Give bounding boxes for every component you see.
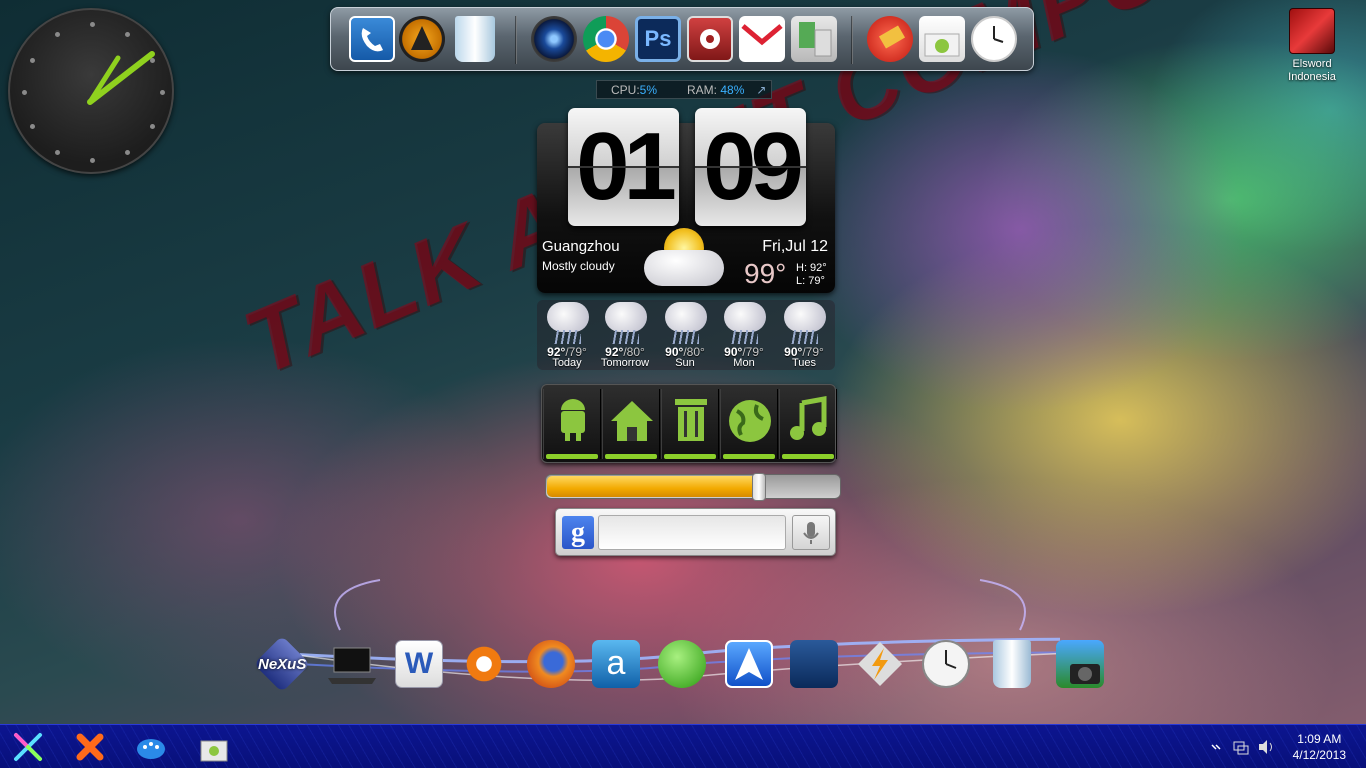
clock-hands — [87, 51, 155, 105]
weather-date: Fri,Jul 12 — [762, 238, 828, 255]
clock-date: 4/12/2013 — [1292, 748, 1346, 762]
cpu-value: 5% — [639, 82, 658, 97]
nexus-label: NeXuS — [258, 656, 307, 673]
aimp-icon[interactable] — [399, 16, 445, 62]
android-market-icon[interactable] — [919, 16, 965, 62]
android-market-icon[interactable] — [198, 731, 230, 763]
storm-cloud-icon — [665, 302, 707, 332]
settings-icon[interactable] — [687, 16, 733, 62]
paint-palette-icon[interactable] — [135, 731, 167, 763]
clock-minutes: 09 — [695, 108, 806, 226]
analog-clock-widget[interactable] — [8, 8, 174, 174]
trash-icon[interactable] — [661, 389, 719, 459]
shortcut-label-line2: Indonesia — [1288, 71, 1336, 83]
clock-icon[interactable] — [922, 640, 970, 688]
system-clock[interactable]: 1:09 AM 4/12/2013 — [1293, 731, 1346, 763]
photoshop-icon[interactable]: Ps — [635, 16, 681, 62]
system-monitor: CPU: 5% RAM: 48% ↗ — [596, 80, 772, 99]
avast-icon[interactable] — [460, 640, 508, 688]
android-icon[interactable] — [543, 389, 601, 459]
google-search-widget: g — [555, 508, 836, 556]
clock-hours: 01 — [568, 108, 679, 226]
network-icon[interactable] — [1230, 731, 1250, 763]
weather-sun-cloud-icon — [644, 226, 730, 292]
ccleaner-icon[interactable] — [867, 16, 913, 62]
microphone-icon[interactable] — [792, 515, 830, 550]
recycle-bin-icon[interactable] — [455, 16, 495, 62]
elsword-icon — [1289, 8, 1335, 54]
arrow-browser-icon[interactable] — [725, 640, 773, 688]
weather-low: L: 79° — [796, 275, 825, 287]
recycle-bin-icon[interactable] — [993, 640, 1031, 688]
storm-cloud-icon — [724, 302, 766, 332]
slider-knob[interactable] — [752, 473, 766, 501]
brightness-slider[interactable] — [545, 473, 841, 501]
search-input[interactable] — [598, 515, 786, 550]
counter-strike-icon[interactable] — [790, 640, 838, 688]
winamp-icon[interactable] — [856, 640, 904, 688]
tray-arrows-icon[interactable] — [1208, 731, 1224, 763]
xsplit-icon[interactable] — [74, 731, 106, 763]
ram-value: 48% — [720, 82, 745, 97]
laptop-icon[interactable] — [328, 640, 376, 688]
forecast-day[interactable]: 90°/80° Sun — [655, 300, 715, 370]
weather-high: H: 92° — [796, 262, 827, 274]
clock-icon[interactable] — [971, 16, 1017, 62]
expand-arrow-icon[interactable]: ↗ — [756, 83, 766, 97]
android-phone-icon[interactable] — [791, 16, 837, 62]
gmail-icon[interactable] — [739, 16, 785, 62]
cpu-label: CPU: — [611, 82, 640, 97]
clock-time: 1:09 AM — [1297, 732, 1342, 746]
storm-cloud-icon — [547, 302, 589, 332]
home-icon[interactable] — [602, 389, 660, 459]
desktop-shortcut-elsword[interactable]: Elsword Indonesia — [1284, 8, 1340, 84]
music-icon[interactable] — [779, 389, 837, 459]
ati-icon[interactable]: a — [592, 640, 640, 688]
volume-icon[interactable] — [1256, 731, 1276, 763]
forecast-day[interactable]: 90°/79° Mon — [714, 300, 774, 370]
slider-fill — [547, 476, 757, 497]
ram-label: RAM: — [687, 82, 718, 97]
firefox-icon[interactable] — [527, 640, 575, 688]
weather-temp: 99° — [744, 258, 787, 289]
weather-condition: Mostly cloudy — [542, 259, 615, 273]
globe-icon[interactable] — [720, 389, 778, 459]
start-button[interactable] — [12, 731, 44, 763]
weather-city: Guangzhou — [542, 238, 620, 255]
phone-icon[interactable] — [349, 16, 395, 62]
weather-hilo: H: 92° L: 79° — [796, 262, 827, 288]
forecast-day[interactable]: 90°/79° Tues — [774, 300, 834, 370]
google-logo-icon[interactable]: g — [562, 516, 594, 549]
word-icon[interactable]: W — [395, 640, 443, 688]
app-launcher-panel — [541, 384, 837, 463]
shortcut-label-line1: Elsword — [1292, 58, 1332, 70]
speaker-icon[interactable] — [531, 16, 577, 62]
storm-cloud-icon — [784, 302, 826, 332]
forecast-strip: 92°/79° Today 92°/80° Tomorrow 90°/80° Sun … — [537, 300, 835, 370]
taskbar: 1:09 AM 4/12/2013 — [0, 724, 1366, 768]
forecast-day[interactable]: 92°/80° Tomorrow — [595, 300, 655, 370]
add-icon[interactable] — [658, 640, 706, 688]
forecast-day[interactable]: 92°/79° Today — [537, 300, 597, 370]
storm-cloud-icon — [605, 302, 647, 332]
top-dock: Ps — [330, 7, 1034, 71]
camera-icon[interactable] — [1056, 640, 1104, 688]
chrome-icon[interactable] — [583, 16, 629, 62]
